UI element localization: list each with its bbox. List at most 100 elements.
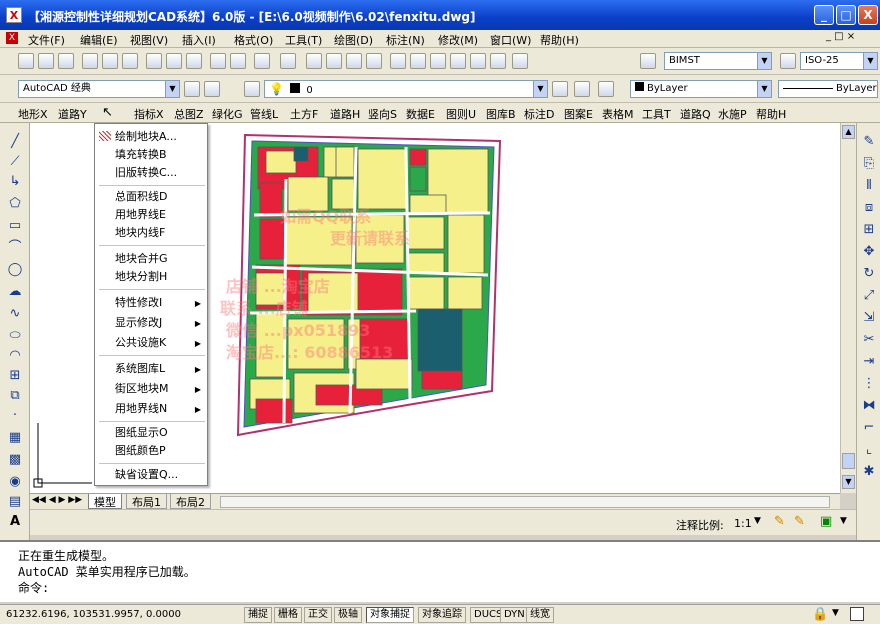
maximize-button[interactable]: □: [836, 5, 856, 25]
construction-line-icon[interactable]: ⟋: [6, 153, 24, 171]
menu-land-boundary[interactable]: 用地界线E: [115, 206, 207, 224]
layer-previous-icon[interactable]: [574, 81, 590, 97]
paste-icon[interactable]: [186, 53, 202, 69]
cmenu-library[interactable]: 图库B: [486, 106, 516, 122]
block-editor-icon[interactable]: [230, 53, 246, 69]
tab-layout1[interactable]: 布局1: [126, 494, 167, 509]
help-icon[interactable]: [512, 53, 528, 69]
cmenu-hatch[interactable]: 图案E: [564, 106, 593, 122]
trim-icon[interactable]: ✂: [860, 331, 878, 349]
explode-icon[interactable]: ✱: [860, 463, 878, 481]
annotation-visibility-icon[interactable]: ✎: [774, 514, 785, 529]
close-button[interactable]: X: [858, 5, 878, 25]
otrack-toggle[interactable]: 对象追踪: [418, 607, 466, 623]
menu-view[interactable]: 视图(V): [130, 32, 168, 48]
gradient-icon[interactable]: ▩: [6, 451, 24, 469]
undo-icon[interactable]: [254, 53, 270, 69]
scroll-thumb[interactable]: [842, 453, 855, 469]
make-current-layer-icon[interactable]: [552, 81, 568, 97]
rotate-icon[interactable]: ↻: [860, 265, 878, 283]
move-icon[interactable]: ✥: [860, 243, 878, 261]
text-style-select[interactable]: BIMST ▼: [664, 52, 772, 70]
erase-icon[interactable]: ✎: [860, 133, 878, 151]
linetype-select[interactable]: ByLayer: [778, 80, 878, 98]
menu-old-convert[interactable]: 旧版转换C...: [115, 164, 207, 182]
workspace-select[interactable]: AutoCAD 经典 ▼: [18, 80, 180, 98]
command-window[interactable]: 正在重生成模型。 AutoCAD 菜单实用程序已加载。 命令:: [0, 540, 880, 602]
menu-display-edit[interactable]: 显示修改J: [115, 314, 207, 332]
app-icon[interactable]: X: [6, 7, 22, 23]
cmenu-annotate[interactable]: 标注D: [524, 106, 554, 122]
cmenu-terrain[interactable]: 地形X: [18, 106, 48, 122]
circle-icon[interactable]: ◯: [6, 261, 24, 279]
menu-default-settings[interactable]: 缺省设置Q...: [115, 466, 207, 484]
menu-drawing-display[interactable]: 图纸显示O: [115, 424, 207, 442]
menu-property-edit[interactable]: 特性修改I: [115, 294, 207, 312]
cmenu-help[interactable]: 帮助H: [756, 106, 786, 122]
join-icon[interactable]: ⧓: [860, 397, 878, 415]
redo-icon[interactable]: [280, 53, 296, 69]
mirror-icon[interactable]: ⫴: [860, 177, 878, 195]
chevron-down-icon[interactable]: ▼: [832, 608, 839, 618]
copy-icon[interactable]: [166, 53, 182, 69]
menu-window[interactable]: 窗口(W): [490, 32, 531, 48]
horizontal-scrollbar[interactable]: [220, 496, 830, 508]
table-icon[interactable]: ▤: [6, 493, 24, 511]
menu-drawing-color[interactable]: 图纸颜色P: [115, 442, 207, 460]
scroll-up-icon[interactable]: ▲: [842, 125, 855, 139]
polygon-icon[interactable]: ⬠: [6, 195, 24, 213]
ellipse-icon[interactable]: ⬭: [6, 327, 24, 345]
annotation-scale-value[interactable]: 1:1: [734, 517, 752, 530]
tab-layout2[interactable]: 布局2: [170, 494, 211, 509]
menu-land-boundary-2[interactable]: 用地界线N: [115, 400, 207, 418]
dim-style-icon[interactable]: [780, 53, 796, 69]
line-icon[interactable]: ╱: [6, 133, 24, 151]
menu-dimension[interactable]: 标注(N): [386, 32, 425, 48]
hatch-icon[interactable]: ▦: [6, 429, 24, 447]
copy-object-icon[interactable]: ⎘: [860, 155, 878, 173]
offset-icon[interactable]: ⧈: [860, 199, 878, 217]
cmenu-vertical[interactable]: 竖向S: [368, 106, 397, 122]
minimize-button[interactable]: _: [814, 5, 834, 25]
command-prompt[interactable]: 命令:: [18, 580, 862, 596]
menu-draw[interactable]: 绘图(D): [334, 32, 373, 48]
spline-icon[interactable]: ∿: [6, 305, 24, 323]
vertical-scrollbar[interactable]: ▲ ▼: [840, 123, 856, 493]
save-icon[interactable]: [58, 53, 74, 69]
region-icon[interactable]: ◉: [6, 473, 24, 491]
calculator-icon[interactable]: [490, 53, 506, 69]
zoom-previous-icon[interactable]: [366, 53, 382, 69]
new-icon[interactable]: [18, 53, 34, 69]
mtext-icon[interactable]: A: [6, 513, 24, 531]
menu-insert[interactable]: 插入(I): [182, 32, 216, 48]
open-icon[interactable]: [38, 53, 54, 69]
menu-street-block[interactable]: 街区地块M: [115, 380, 207, 398]
tool-palettes-icon[interactable]: [430, 53, 446, 69]
snap-toggle[interactable]: 捕捉: [244, 607, 272, 623]
match-properties-icon[interactable]: [210, 53, 226, 69]
zoom-realtime-icon[interactable]: [326, 53, 342, 69]
design-center-icon[interactable]: [410, 53, 426, 69]
make-block-icon[interactable]: ⧉: [6, 387, 24, 405]
layer-state-icon[interactable]: [598, 81, 614, 97]
cmenu-earthwork[interactable]: 土方F: [290, 106, 318, 122]
cmenu-data[interactable]: 数据E: [406, 106, 435, 122]
chevron-down-icon[interactable]: ▼: [754, 516, 761, 526]
markup-icon[interactable]: [470, 53, 486, 69]
preview-icon[interactable]: [102, 53, 118, 69]
menu-public-facility[interactable]: 公共设施K: [115, 334, 207, 352]
coordinate-readout[interactable]: 61232.6196, 103531.9957, 0.0000: [6, 609, 181, 620]
scale-icon[interactable]: ⤢: [860, 287, 878, 305]
osnap-toggle[interactable]: 对象捕捉: [366, 607, 414, 623]
ellipse-arc-icon[interactable]: ◠: [6, 347, 24, 365]
polyline-icon[interactable]: ↳: [6, 173, 24, 191]
scroll-down-icon[interactable]: ▼: [842, 475, 855, 489]
cmenu-water[interactable]: 水施P: [718, 106, 747, 122]
save-workspace-icon[interactable]: [204, 81, 220, 97]
polar-toggle[interactable]: 极轴: [334, 607, 362, 623]
menu-modify[interactable]: 修改(M): [438, 32, 478, 48]
sheet-set-icon[interactable]: [450, 53, 466, 69]
cmenu-drawing-rules[interactable]: 图则U: [446, 106, 476, 122]
dyn-toggle[interactable]: DYN: [500, 607, 529, 623]
insert-block-icon[interactable]: ⊞: [6, 367, 24, 385]
